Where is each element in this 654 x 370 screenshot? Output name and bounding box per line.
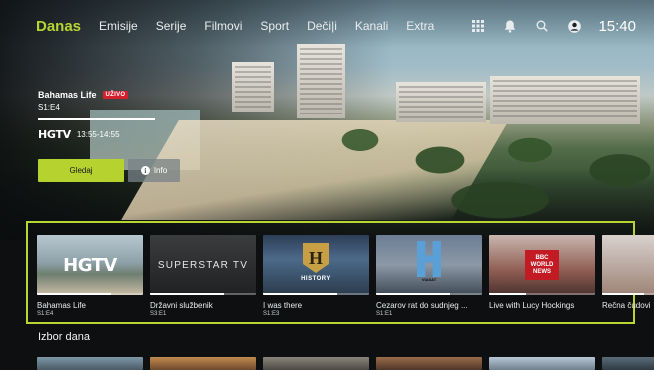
hero-progress-fill bbox=[38, 118, 155, 120]
hero-palm-trees bbox=[300, 100, 654, 220]
card-channel-logo: VIASAT bbox=[421, 277, 437, 282]
card-thumbnail: BBC WORLD NEWS bbox=[489, 235, 595, 295]
card-channel-logo: HISTORY bbox=[301, 276, 331, 282]
card-progress-bar bbox=[376, 293, 482, 295]
card-thumbnail: VIASAT bbox=[376, 235, 482, 295]
hero-progress-bar bbox=[38, 118, 155, 120]
card-title: Rečna čudovi bbox=[602, 301, 651, 310]
card-thumbnail: SUPERSTAR TV bbox=[150, 235, 256, 295]
izbor-dana-rail bbox=[37, 357, 654, 370]
nav-item-sport[interactable]: Sport bbox=[260, 19, 289, 33]
row2-tile[interactable] bbox=[263, 357, 369, 370]
card-episode: S1:E3 bbox=[263, 311, 280, 317]
section-title-izbor-dana: Izbor dana bbox=[38, 331, 90, 343]
top-icons: 15:40 bbox=[470, 0, 636, 52]
card-channel-logo: SUPERSTAR TV bbox=[157, 259, 249, 271]
hero-actions: Gledaj i Info bbox=[38, 159, 180, 182]
row2-tile[interactable] bbox=[489, 357, 595, 370]
rail-card[interactable]: SUPERSTAR TV Državni službenik S3:E1 bbox=[150, 235, 256, 317]
rail-card[interactable]: HGTV Bahamas Life S1:E4 bbox=[37, 235, 143, 317]
info-button[interactable]: i Info bbox=[128, 159, 180, 182]
row2-tile[interactable] bbox=[602, 357, 654, 370]
bbc-world-news-logo: BBC WORLD NEWS bbox=[525, 250, 559, 280]
hero-channel-row: HGTV 13:55-14:55 bbox=[38, 128, 238, 141]
profile-icon[interactable] bbox=[566, 18, 582, 34]
card-thumbnail: HGTV bbox=[37, 235, 143, 295]
card-title: Državni službenik bbox=[150, 301, 213, 310]
hero-building bbox=[232, 62, 274, 112]
tv-home-screen: Danas Emisije Serije Filmovi Sport Deči|… bbox=[0, 0, 654, 370]
hero-info: Bahamas Life UŽIVO S1:E4 HGTV 13:55-14:5… bbox=[38, 90, 238, 141]
card-channel-logo: HGTV bbox=[63, 254, 117, 276]
card-episode: S1:E1 bbox=[376, 311, 393, 317]
hero-time-range: 13:55-14:55 bbox=[76, 130, 120, 139]
nav-item-serije[interactable]: Serije bbox=[156, 19, 187, 33]
card-thumbnail: H HISTORY bbox=[263, 235, 369, 295]
card-progress-bar bbox=[150, 293, 256, 295]
hero-episode: S1:E4 bbox=[38, 103, 60, 112]
row2-tile[interactable] bbox=[150, 357, 256, 370]
search-icon[interactable] bbox=[534, 18, 550, 34]
rail-card[interactable]: BBC WORLD NEWS Live with Lucy Hockings bbox=[489, 235, 595, 310]
card-title: Live with Lucy Hockings bbox=[489, 301, 575, 310]
rail-card[interactable]: Rečna čudovi bbox=[602, 235, 654, 310]
nav-item-filmovi[interactable]: Filmovi bbox=[204, 19, 242, 33]
card-episode: S1:E4 bbox=[37, 311, 54, 317]
watch-button[interactable]: Gledaj bbox=[38, 159, 124, 182]
card-thumbnail bbox=[602, 235, 654, 295]
card-title: Bahamas Life bbox=[37, 301, 86, 310]
nav-item-extra[interactable]: Extra bbox=[406, 19, 434, 33]
history-logo-icon: H bbox=[303, 243, 329, 273]
card-episode: S3:E1 bbox=[150, 311, 167, 317]
viasat-history-logo-icon bbox=[417, 241, 441, 277]
row2-tile[interactable] bbox=[376, 357, 482, 370]
now-playing-rail: HGTV Bahamas Life S1:E4 SUPERSTAR TV Drž… bbox=[37, 235, 654, 325]
grid-icon[interactable] bbox=[470, 18, 486, 34]
live-badge: UŽIVO bbox=[102, 91, 129, 99]
nav-item-danas[interactable]: Danas bbox=[36, 18, 81, 35]
hero-show-title: Bahamas Life bbox=[38, 90, 97, 100]
card-progress-bar bbox=[602, 293, 654, 295]
card-title: I was there bbox=[263, 301, 303, 310]
card-title: Cezarov rat do sudnjeg ... bbox=[376, 301, 468, 310]
card-progress-bar bbox=[489, 293, 595, 295]
rail-card[interactable]: H HISTORY I was there S1:E3 bbox=[263, 235, 369, 317]
card-progress-bar bbox=[37, 293, 143, 295]
nav-item-decji[interactable]: Deči|i bbox=[307, 19, 337, 33]
bell-icon[interactable] bbox=[502, 18, 518, 34]
hgtv-channel-logo: HGTV bbox=[38, 128, 71, 141]
nav-item-emisije[interactable]: Emisije bbox=[99, 19, 138, 33]
top-navigation: Danas Emisije Serije Filmovi Sport Deči|… bbox=[0, 0, 654, 52]
rail-card[interactable]: VIASAT Cezarov rat do sudnjeg ... S1:E1 bbox=[376, 235, 482, 317]
info-icon: i bbox=[140, 166, 150, 175]
hero-title-row: Bahamas Life UŽIVO bbox=[38, 90, 238, 100]
row2-tile[interactable] bbox=[37, 357, 143, 370]
clock: 15:40 bbox=[598, 17, 636, 35]
card-progress-bar bbox=[263, 293, 369, 295]
nav-item-kanali[interactable]: Kanali bbox=[355, 19, 388, 33]
info-button-label: Info bbox=[153, 166, 168, 175]
